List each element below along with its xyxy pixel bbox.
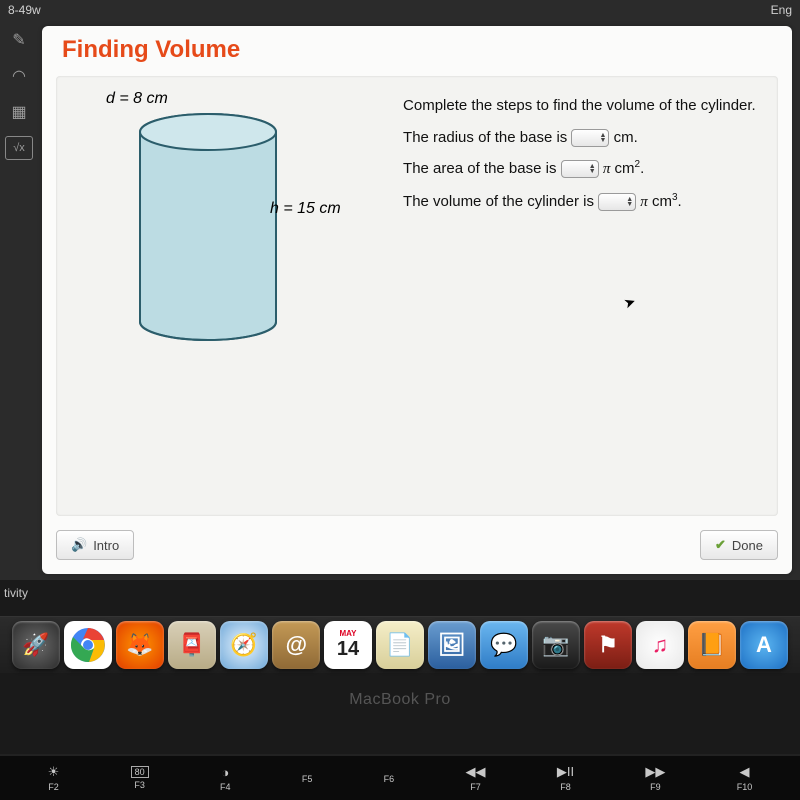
lesson-panel: Finding Volume d = 8 cm h = 15 cm Comple… <box>42 26 792 574</box>
dock-launchpad[interactable]: 🚀 <box>12 621 60 669</box>
app-shell: ✎ ◠ ▦ √x Finding Volume d = 8 cm h = 15 <box>0 20 800 580</box>
volume-prefix: The volume of the cylinder is <box>403 193 598 210</box>
volume-dropdown[interactable]: ▲▼ <box>598 193 636 211</box>
key-f2[interactable]: ☀F2 <box>48 764 60 792</box>
key-f6[interactable]: F6 <box>384 772 395 784</box>
sqrt-icon[interactable]: √x <box>5 136 33 160</box>
area-line: The area of the base is ▲▼ π cm2. <box>403 153 766 186</box>
panel-body: d = 8 cm h = 15 cm Complete the steps to… <box>56 76 778 516</box>
dock-contacts[interactable]: @ <box>272 621 320 669</box>
pencil-icon[interactable]: ✎ <box>5 28 33 52</box>
intro-label: Intro <box>93 538 119 553</box>
figure-column: d = 8 cm h = 15 cm <box>68 90 403 502</box>
height-label: h = 15 cm <box>270 200 341 218</box>
area-dropdown[interactable]: ▲▼ <box>561 160 599 178</box>
activity-label: tivity <box>0 580 800 606</box>
dock-mail[interactable]: 📮 <box>168 621 216 669</box>
check-icon: ✔ <box>715 537 726 553</box>
done-label: Done <box>732 538 763 553</box>
dock-safari[interactable]: 🧭 <box>220 621 268 669</box>
volume-period: . <box>678 193 682 210</box>
volume-line: The volume of the cylinder is ▲▼ π cm3. <box>403 186 766 219</box>
panel-header: Finding Volume <box>42 26 792 64</box>
radius-prefix: The radius of the base is <box>403 129 571 146</box>
calendar-day: 14 <box>337 638 359 661</box>
left-tool-rail: ✎ ◠ ▦ √x <box>0 20 38 580</box>
page-title: Finding Volume <box>62 36 774 64</box>
cylinder-figure <box>128 110 403 355</box>
done-button[interactable]: ✔ Done <box>700 530 778 560</box>
laptop-label: MacBook Pro <box>0 691 800 709</box>
dock-messages[interactable]: 💬 <box>480 621 528 669</box>
dock-chrome[interactable] <box>64 621 112 669</box>
area-prefix: The area of the base is <box>403 160 561 177</box>
area-period: . <box>640 160 644 177</box>
calculator-icon[interactable]: ▦ <box>5 100 33 124</box>
key-f5[interactable]: F5 <box>302 772 313 784</box>
radius-dropdown[interactable]: ▲▼ <box>571 129 609 147</box>
dock-facetime[interactable]: 📷 <box>532 621 580 669</box>
dock-notes[interactable]: 📄 <box>376 621 424 669</box>
volume-pi: π <box>640 194 648 210</box>
dock-ibooks[interactable]: 📙 <box>688 621 736 669</box>
top-left-label: 8-49w <box>8 3 41 17</box>
question-column: Complete the steps to find the volume of… <box>403 90 766 502</box>
key-f10[interactable]: ◀F10 <box>737 764 753 792</box>
browser-top-bar: 8-49w Eng <box>0 0 800 20</box>
instruction-text: Complete the steps to find the volume of… <box>403 90 766 122</box>
dock-calendar[interactable]: MAY 14 <box>324 621 372 669</box>
panel-footer: 🔊 Intro ✔ Done <box>42 526 792 574</box>
dock-flag[interactable]: ⚑ <box>584 621 632 669</box>
speaker-icon: 🔊 <box>71 537 87 553</box>
dock-appstore[interactable]: A <box>740 621 788 669</box>
headphones-icon[interactable]: ◠ <box>5 64 33 88</box>
key-f3[interactable]: 80F3 <box>131 766 149 790</box>
area-unit: cm <box>615 160 635 177</box>
intro-button[interactable]: 🔊 Intro <box>56 530 134 560</box>
diameter-label: d = 8 cm <box>106 90 403 108</box>
area-pi: π <box>603 161 611 177</box>
keyboard-fn-row: ☀F2 80F3 ◑F4 F5 F6 ◀◀F7 ▶IIF8 ▶▶F9 ◀F10 <box>0 754 800 800</box>
calendar-month: MAY <box>324 629 372 638</box>
macos-dock: 🚀 🦊 📮 🧭 @ MAY 14 📄 🖼 💬 📷 ⚑ ♫ 📙 A <box>0 616 800 673</box>
radius-suffix: cm. <box>614 129 638 146</box>
dock-preview[interactable]: 🖼 <box>428 621 476 669</box>
key-f4[interactable]: ◑F4 <box>220 765 231 792</box>
dock-itunes[interactable]: ♫ <box>636 621 684 669</box>
dock-firefox[interactable]: 🦊 <box>116 621 164 669</box>
top-right-label: Eng <box>771 3 792 17</box>
radius-line: The radius of the base is ▲▼ cm. <box>403 122 766 154</box>
key-f8[interactable]: ▶IIF8 <box>557 764 574 792</box>
key-f9[interactable]: ▶▶F9 <box>645 764 665 792</box>
key-f7[interactable]: ◀◀F7 <box>466 764 486 792</box>
volume-unit: cm <box>652 193 672 210</box>
